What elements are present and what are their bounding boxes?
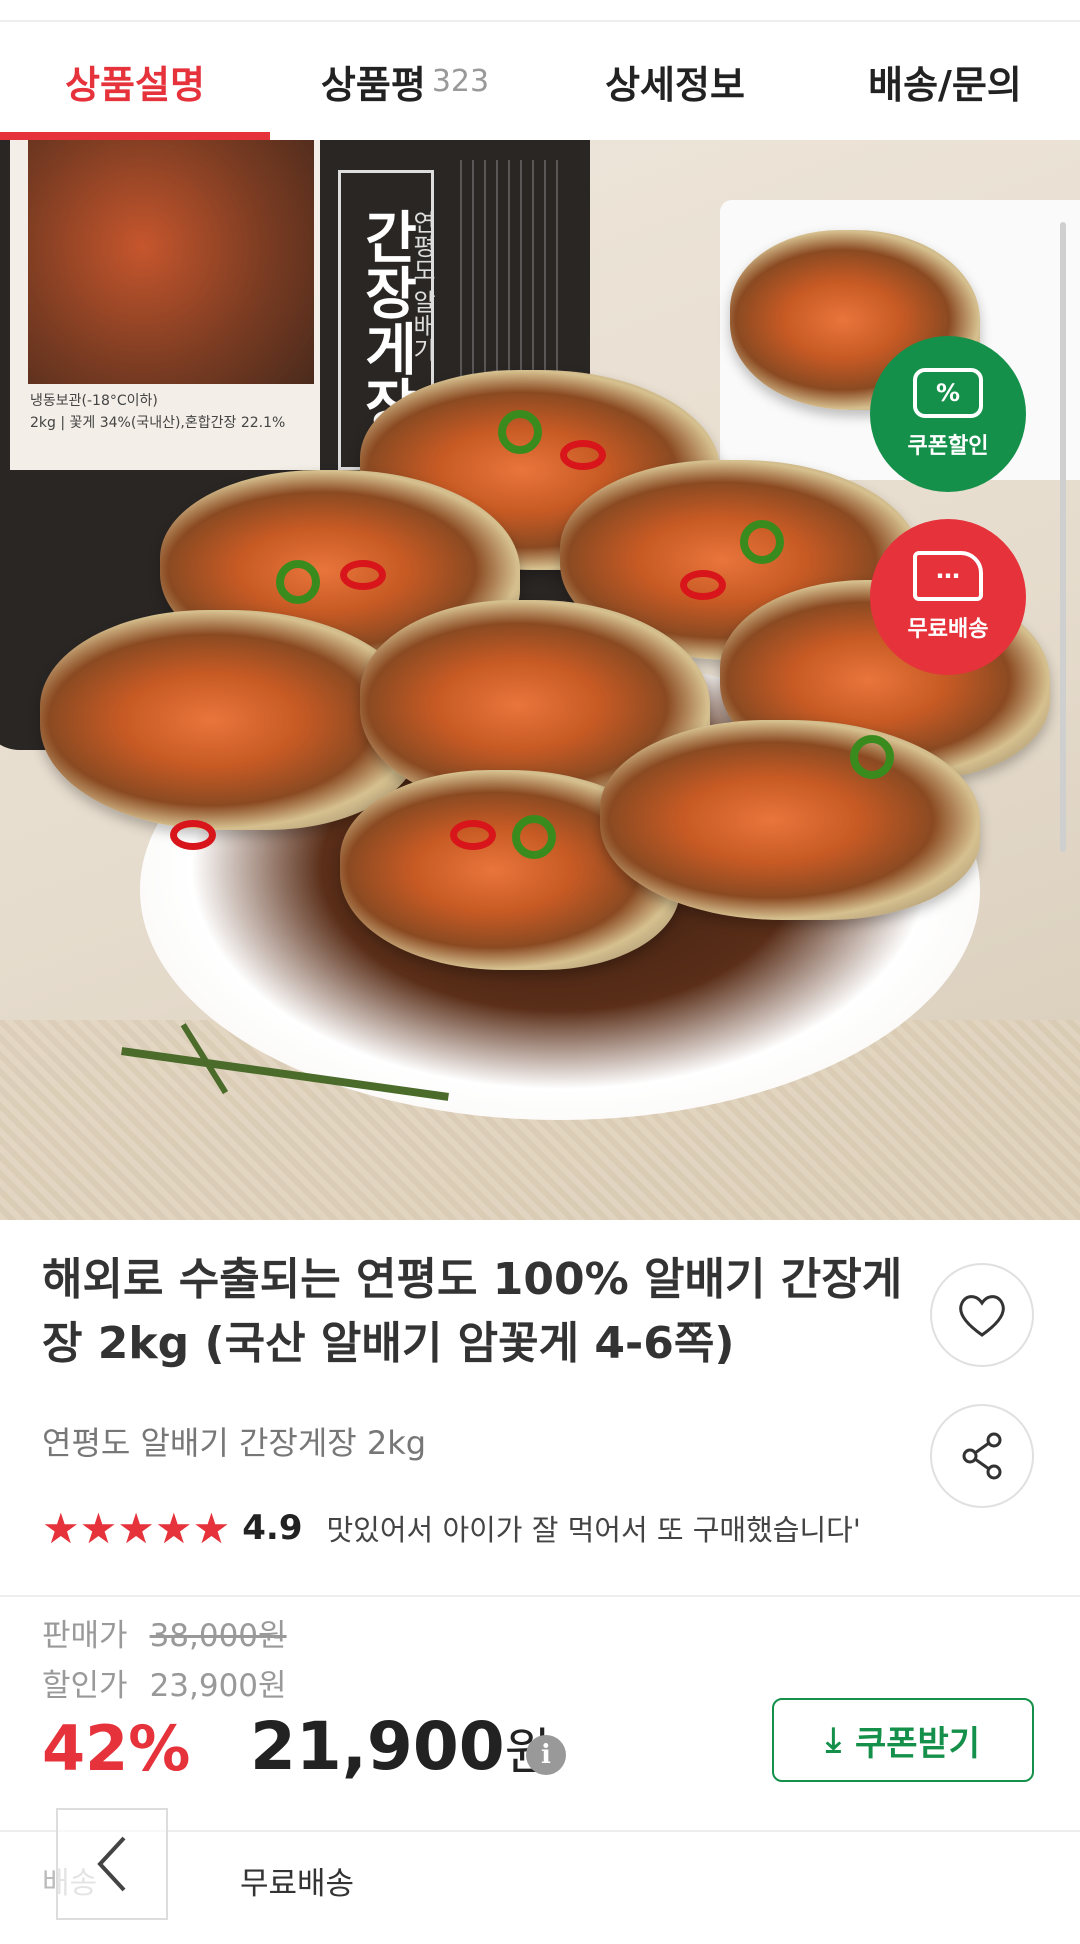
jar-subtitle: 연평도 알배기 — [408, 210, 436, 362]
chili-slice — [850, 735, 894, 779]
discount-price-label: 할인가 — [42, 1668, 128, 1704]
chili-slice — [276, 560, 320, 604]
share-button[interactable] — [930, 1404, 1034, 1508]
product-subtitle: 연평도 알배기 간장게장 2kg — [42, 1424, 427, 1462]
coupon-discount-badge[interactable]: % 쿠폰할인 — [870, 336, 1026, 492]
download-icon: ⤓ — [825, 1720, 841, 1760]
shipping-value: 무료배송 — [240, 1866, 355, 1902]
heart-icon — [959, 1295, 1005, 1337]
review-snippet: 맛있어서 아이가 잘 먹어서 또 구매했습니다' — [326, 1513, 861, 1547]
coupon-badge-label: 쿠폰할인 — [907, 434, 989, 459]
discount-rate: 42% — [42, 1712, 191, 1785]
get-coupon-button[interactable]: ⤓ 쿠폰받기 — [772, 1698, 1034, 1782]
tab-label: 상세정보 — [605, 62, 745, 107]
tab-description[interactable]: 상품설명 — [0, 22, 270, 140]
review-count: 323 — [431, 63, 490, 99]
product-image[interactable]: 냉동보관(-18°C이하) 2kg | 꽃게 34%(국내산),혼합간장 22.… — [0, 140, 1080, 1220]
chili-slice — [498, 410, 542, 454]
discount-price-row: 할인가 23,900원 — [42, 1660, 287, 1705]
final-price-number: 21,900 — [250, 1708, 505, 1785]
crab-piece — [600, 720, 980, 920]
chili-slice — [740, 520, 784, 564]
jar-small-text: 냉동보관(-18°C이하) 2kg | 꽃게 34%(국내산),혼합간장 22.… — [30, 390, 285, 434]
original-price: 38,000원 — [149, 1618, 287, 1654]
jar-ingredients-text: 2kg | 꽃게 34%(국내산),혼합간장 22.1% — [30, 415, 286, 431]
back-button[interactable] — [56, 1808, 168, 1920]
tab-label: 상품설명 — [65, 62, 205, 107]
status-strip — [0, 0, 1080, 22]
tab-reviews[interactable]: 상품평 323 — [270, 22, 540, 140]
discount-price: 23,900원 — [149, 1668, 287, 1704]
divider — [0, 1595, 1080, 1597]
chili-slice — [560, 440, 606, 470]
coupon-icon: % — [913, 368, 983, 418]
star-rating-icon: ★★★★★ — [42, 1503, 231, 1553]
chili-slice — [450, 820, 496, 850]
tab-details[interactable]: 상세정보 — [540, 22, 810, 140]
scrollbar[interactable] — [1060, 222, 1066, 852]
tab-label: 상품평 — [320, 62, 426, 107]
sale-price-label: 판매가 — [42, 1618, 128, 1654]
truck-icon: ⋯ — [913, 551, 983, 601]
chevron-left-icon — [97, 1836, 126, 1892]
price-info-icon[interactable]: i — [526, 1735, 566, 1775]
chili-slice — [512, 815, 556, 859]
jar-photo — [28, 140, 314, 384]
get-coupon-label: 쿠폰받기 — [854, 1723, 981, 1764]
rating-score: 4.9 — [242, 1508, 303, 1548]
chili-slice — [170, 820, 216, 850]
chili-slice — [680, 570, 726, 600]
rating-summary[interactable]: ★★★★★ 4.9 맛있어서 아이가 잘 먹어서 또 구매했습니다' — [42, 1500, 1042, 1556]
tab-bar: 상품설명 상품평 323 상세정보 배송/문의 — [0, 22, 1080, 140]
sale-price-row: 판매가 38,000원 — [42, 1610, 287, 1655]
share-icon — [962, 1432, 1002, 1480]
tab-label: 배송/문의 — [868, 62, 1022, 107]
product-title: 해외로 수출되는 연평도 100% 알배기 간장게장 2kg (국산 알배기 암… — [42, 1254, 903, 1369]
final-price: 21,900원 — [250, 1708, 551, 1785]
wishlist-button[interactable] — [930, 1263, 1034, 1367]
jar-storage-text: 냉동보관(-18°C이하) — [30, 393, 158, 409]
free-shipping-badge[interactable]: ⋯ 무료배송 — [870, 519, 1026, 675]
tab-shipping-inquiry[interactable]: 배송/문의 — [810, 22, 1080, 140]
chili-slice — [340, 560, 386, 590]
shipping-badge-label: 무료배송 — [907, 617, 989, 642]
